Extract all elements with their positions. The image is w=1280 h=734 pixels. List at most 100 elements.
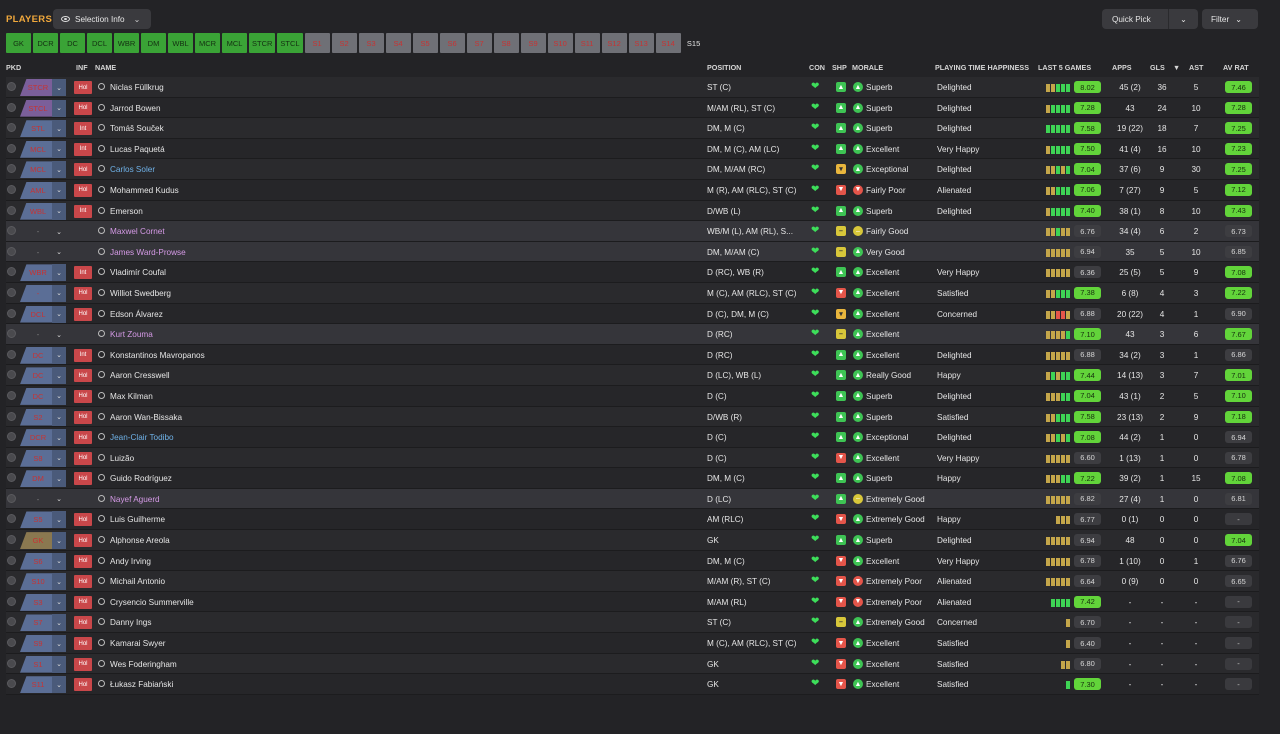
table-row[interactable]: MCL⌄ Hol Carlos Soler DM, M/AM (RC) ▾ ▲Except… <box>6 159 1259 180</box>
table-row[interactable]: S1⌄ Hol Wes Foderingham GK ▼ ▲Excellent Satisf… <box>6 653 1259 675</box>
quick-pick-dropdown[interactable]: ⌄ <box>1168 9 1198 29</box>
picked-position-selector[interactable]: WBL ⌄ <box>20 202 66 220</box>
position-tab[interactable]: S2 <box>331 33 357 53</box>
player-name[interactable]: Carlos Soler <box>110 165 155 174</box>
select-checkbox[interactable] <box>7 143 16 153</box>
table-row[interactable]: S8⌄ Hol Luizão D (C) ▼ ▲Excellent Very Happy 6.… <box>6 447 1259 469</box>
chevron-down-icon[interactable]: ⌄ <box>52 532 66 550</box>
player-name[interactable]: Kurt Zouma <box>110 330 153 339</box>
player-name[interactable]: Aaron Wan-Bissaka <box>110 413 182 422</box>
select-checkbox[interactable] <box>7 596 16 606</box>
select-checkbox[interactable] <box>7 390 16 400</box>
select-checkbox[interactable] <box>7 473 16 483</box>
select-checkbox[interactable] <box>7 452 16 462</box>
picked-position-selector[interactable]: DM ⌄ <box>20 470 66 488</box>
position-tab[interactable]: DM <box>141 33 166 53</box>
picked-position-selector[interactable]: DC ⌄ <box>20 346 66 364</box>
select-checkbox[interactable] <box>7 267 16 277</box>
chevron-down-icon[interactable]: ⌄ <box>52 470 66 488</box>
table-row[interactable]: STCL⌄HolJarrod BowenM/AM (RL), ST (C)▲▲S… <box>6 97 1259 119</box>
select-checkbox[interactable] <box>7 432 16 442</box>
table-row[interactable]: -⌄Kurt ZoumaD (RC)–▲Excellent7.1043367.6… <box>6 324 1259 345</box>
table-row[interactable]: -⌄Maxwel CornetWB/M (L), AM (RL), S...––… <box>6 221 1259 242</box>
table-row[interactable]: S9 ⌄ Hol Kamarai Swyer M (C), AM (RLC), ST (… <box>6 633 1259 654</box>
picked-position-selector[interactable]: - ⌄ <box>20 284 66 302</box>
col-last-5-games[interactable]: LAST 5 GAMES <box>1038 63 1091 72</box>
select-checkbox[interactable] <box>7 184 16 194</box>
position-tab[interactable]: GK <box>6 33 31 53</box>
select-checkbox[interactable] <box>7 535 16 545</box>
col-ast[interactable]: AST <box>1189 63 1203 72</box>
position-tab[interactable]: DCL <box>87 33 112 53</box>
position-tab[interactable]: S11 <box>574 33 600 53</box>
player-name[interactable]: Edson Álvarez <box>110 310 163 319</box>
select-checkbox[interactable] <box>7 514 16 524</box>
select-checkbox[interactable] <box>7 205 16 215</box>
chevron-down-icon[interactable]: ⌄ <box>52 429 66 447</box>
position-tab[interactable]: S14 <box>655 33 681 53</box>
select-checkbox[interactable] <box>7 576 16 586</box>
select-checkbox[interactable] <box>7 329 16 339</box>
col-name[interactable]: NAME <box>95 63 116 72</box>
chevron-down-icon[interactable]: ⌄ <box>52 79 66 96</box>
picked-position-selector[interactable]: S3 ⌄ <box>20 593 66 611</box>
select-checkbox[interactable] <box>7 370 16 380</box>
picked-position-selector[interactable]: S5 ⌄ <box>20 511 66 529</box>
quick-pick-button[interactable]: Quick Pick ⌄ <box>1102 9 1198 29</box>
picked-position-selector[interactable]: S10 ⌄ <box>20 573 66 591</box>
chevron-down-icon[interactable]: ⌄ <box>52 202 66 220</box>
chevron-down-icon[interactable]: ⌄ <box>52 181 66 199</box>
picked-position-selector[interactable]: S8 ⌄ <box>20 449 66 467</box>
position-tab[interactable]: S12 <box>601 33 627 53</box>
player-name[interactable]: Luis Guilherme <box>110 515 165 524</box>
position-tab[interactable]: S5 <box>412 33 438 53</box>
chevron-down-icon[interactable]: ⌄ <box>52 614 66 632</box>
col-inf[interactable]: INF <box>76 63 88 72</box>
picked-position-selector[interactable]: MCL ⌄ <box>20 140 66 158</box>
position-tab[interactable]: WBL <box>168 33 193 53</box>
player-name[interactable]: James Ward-Prowse <box>110 248 186 257</box>
filter-button[interactable]: Filter ⌄ <box>1202 9 1258 29</box>
table-row[interactable]: S11⌄ Hol Łukasz Fabiański GK ▼ ▲Excellent Sati… <box>6 674 1259 695</box>
select-checkbox[interactable] <box>7 164 16 174</box>
col-morale[interactable]: MORALE <box>852 63 883 72</box>
player-name[interactable]: Vladimír Coufal <box>110 268 166 277</box>
picked-position-selector[interactable]: WBR ⌄ <box>20 264 66 282</box>
select-checkbox[interactable] <box>7 555 16 565</box>
picked-position-selector[interactable]: DCR ⌄ <box>20 429 66 447</box>
picked-position-selector[interactable]: AML ⌄ <box>20 181 66 199</box>
table-row[interactable]: S10⌄ Hol Michail Antonio M/AM (R), ST (C) ▼ ▼… <box>6 571 1259 592</box>
picked-position-selector[interactable]: S6 ⌄ <box>20 552 66 570</box>
chevron-down-icon[interactable]: ⌄ <box>52 387 66 405</box>
table-row[interactable]: DCL⌄ Hol Edson Álvarez D (C), DM, M (C) ▾ ▲Ex… <box>6 303 1259 325</box>
player-name[interactable]: Luizão <box>110 454 134 463</box>
chevron-down-icon[interactable]: ⌄ <box>52 655 66 673</box>
picked-position-selector[interactable]: DC ⌄ <box>20 387 66 405</box>
picked-position-selector[interactable]: S7 ⌄ <box>20 614 66 632</box>
select-checkbox[interactable] <box>7 638 16 648</box>
chevron-down-icon[interactable]: ⌄ <box>52 552 66 570</box>
select-checkbox[interactable] <box>7 226 16 236</box>
chevron-down-icon[interactable]: ⌄ <box>52 120 66 138</box>
picked-position-selector[interactable]: STCL ⌄ <box>20 99 66 117</box>
player-name[interactable]: Mohammed Kudus <box>110 186 179 195</box>
sort-desc-icon[interactable]: ▼ <box>1173 63 1180 72</box>
player-name[interactable]: Emerson <box>110 207 143 216</box>
select-checkbox[interactable] <box>7 349 16 359</box>
chevron-down-icon[interactable]: ⌄ <box>52 491 66 508</box>
player-name[interactable]: Crysencio Summerville <box>110 598 194 607</box>
picked-position-selector[interactable]: GK ⌄ <box>20 532 66 550</box>
table-row[interactable]: GK⌄HolAlphonse AreolaGK▲▲SuperbDelighted… <box>6 530 1259 551</box>
table-row[interactable]: -⌄Nayef AguerdD (LC)▲–Extremely Good6.82… <box>6 488 1259 510</box>
table-row[interactable]: STCR⌄HolNiclas FüllkrugST (C)▲▲SuperbDel… <box>6 77 1259 98</box>
picked-position-selector[interactable]: S2 ⌄ <box>20 408 66 426</box>
position-tab[interactable]: S3 <box>358 33 384 53</box>
chevron-down-icon[interactable]: ⌄ <box>52 408 66 426</box>
position-tab[interactable]: WBR <box>114 33 139 53</box>
table-row[interactable]: S5⌄ Hol Luis Guilherme AM (RLC) ▼ ▲Extremely … <box>6 509 1259 531</box>
position-tab[interactable]: S1 <box>304 33 330 53</box>
selection-info-button[interactable]: Selection Info ⌄ <box>53 9 151 29</box>
player-name[interactable]: Williot Swedberg <box>110 289 171 298</box>
position-tab[interactable]: S13 <box>628 33 654 53</box>
col-av-rat[interactable]: AV RAT <box>1223 63 1249 72</box>
